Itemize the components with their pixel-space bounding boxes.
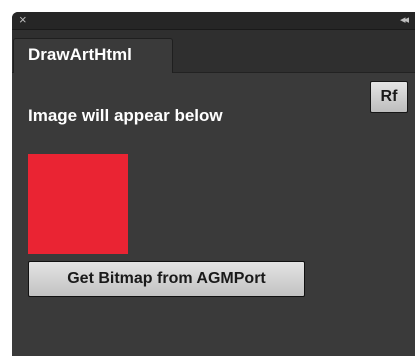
close-icon[interactable]: × xyxy=(19,13,27,27)
refresh-button[interactable]: Rf xyxy=(370,81,408,113)
tab-drawarthtml[interactable]: DrawArtHtml xyxy=(13,38,173,73)
double-chevron-left-icon[interactable]: ◂◂ xyxy=(400,13,409,27)
tab-label: DrawArtHtml xyxy=(28,45,132,64)
bitmap-image xyxy=(28,154,128,254)
get-bitmap-button[interactable]: Get Bitmap from AGMPort xyxy=(28,261,305,297)
extension-panel: × ◂◂ DrawArtHtml Image will appear below… xyxy=(12,12,415,356)
panel-tab-bar: DrawArtHtml xyxy=(12,30,415,73)
panel-titlebar: × ◂◂ xyxy=(12,12,415,30)
image-instruction-label: Image will appear below xyxy=(28,106,223,125)
